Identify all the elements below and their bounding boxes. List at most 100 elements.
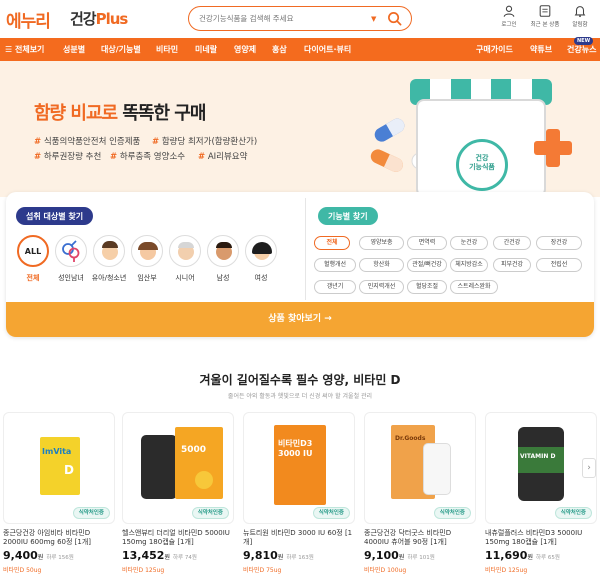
function-chip[interactable]: 전체 <box>314 236 350 250</box>
function-chip[interactable]: 갱년기 <box>314 280 356 294</box>
nutrient-tag: 비타민D 75ug <box>243 567 282 574</box>
product-image[interactable]: 5000 식약처인증 <box>122 412 234 524</box>
product-card[interactable]: VITAMIN D 식약처인증 내츄럴플러스 비타민D3 5000IU 150m… <box>485 412 597 574</box>
hash-icon: # <box>34 152 42 162</box>
function-chip[interactable]: 면역력 <box>407 236 447 250</box>
search-icon[interactable] <box>387 11 402 26</box>
nav-item-yaktube[interactable]: 약튜브 <box>530 44 552 55</box>
banner-tag-text: 하루권장량 추천 <box>43 152 102 162</box>
login-label: 로그인 <box>501 22 517 28</box>
notification-button[interactable]: 알림함 <box>565 4 595 28</box>
nav-item-buying-guide[interactable]: 구매가이드 <box>476 44 513 55</box>
section-subtitle: 줄어든 야외 활동과 햇빛으로 더 신경 써야 할 겨울철 관리 <box>227 393 373 400</box>
certified-badge: 식약처인증 <box>72 507 110 519</box>
product-image[interactable]: ImVita D 식약처인증 <box>3 412 115 524</box>
product-image[interactable]: VITAMIN D 식약처인증 <box>485 412 597 524</box>
price-value: 9,100 <box>364 549 399 562</box>
price-value: 9,810 <box>243 549 278 562</box>
banner-tag-text: AI리뷰요약 <box>207 152 248 162</box>
certified-badge: 식약처인증 <box>312 507 350 519</box>
product-name[interactable]: 내츄럴플러스 비타민D3 5000IU 150mg 180캡슐 [1개] <box>485 529 597 547</box>
banner-tag-text: 함량당 최저가(함량환산가) <box>161 137 258 147</box>
hero-banner[interactable]: 함량 비교로 똑똑한 구매 # 식품의약품안전처 인증제품 # 함량당 최저가(… <box>0 61 600 197</box>
carousel-next-button[interactable]: › <box>582 458 596 478</box>
function-chip[interactable]: 혈당조절 <box>407 280 447 294</box>
banner-tag-text: 하루충족 영양소수 <box>119 152 186 162</box>
banner-tag: # 함량당 최저가(함량환산가) <box>152 135 257 147</box>
function-chip[interactable]: 스트레스완화 <box>450 280 498 294</box>
function-chip[interactable]: 피부건강 <box>493 258 531 272</box>
product-name[interactable]: 뉴트리원 비타민D 3000 IU 60정 [1개] <box>243 529 355 547</box>
nav-item-vitamin[interactable]: 비타민 <box>156 44 178 55</box>
function-chip[interactable]: 관절/뼈건강 <box>407 258 447 272</box>
product-box-label: 5000 <box>181 445 207 455</box>
nav-item-health-news[interactable]: 건강뉴스 <box>567 44 596 55</box>
function-chip[interactable]: 눈건강 <box>450 236 488 250</box>
medical-cross-icon <box>534 129 572 167</box>
nutrient-tag: 비타민D 100ug <box>364 567 407 574</box>
health-plus-logo-plus: Plus <box>95 10 129 28</box>
unit-price: 하루 101원 <box>407 555 435 561</box>
bell-icon <box>574 6 586 18</box>
product-box-label: VITAMIN D <box>520 453 556 460</box>
search-bar: ▼ <box>188 6 412 31</box>
male-face-icon <box>207 235 239 267</box>
function-chip[interactable]: 장건강 <box>536 236 582 250</box>
product-card[interactable]: ImVita D 식약처인증 종근당건강 아임비타 비타민D 2000IU 60… <box>3 412 115 574</box>
main-nav: ☰ 전체보기 성분별 대상/기능별 비타민 미네랄 영양제 홍삼 다이어트·뷰티… <box>0 37 600 61</box>
login-button[interactable]: 로그인 <box>494 4 524 28</box>
function-chip[interactable]: 전립선 <box>536 258 582 272</box>
product-image[interactable]: Dr.Goods 식약처인증 <box>364 412 476 524</box>
product-name[interactable]: 종근당건강 아임비타 비타민D 2000IU 600mg 60정 [1개] <box>3 529 115 547</box>
search-input[interactable] <box>199 11 359 26</box>
banner-headline-rest: 똑똑한 구매 <box>117 103 206 124</box>
banner-tag: # 하루권장량 추천 <box>34 150 101 162</box>
nav-item-ingredient[interactable]: 성분별 <box>63 44 85 55</box>
product-price: 9,810원 하루 163원 <box>243 549 355 562</box>
section-title: 겨울이 길어질수록 필수 영양, 비타민 D <box>199 373 401 387</box>
all-text: ALL <box>24 247 42 256</box>
pregnant-face-icon <box>131 235 163 267</box>
nav-all-menu[interactable]: ☰ 전체보기 <box>5 44 44 55</box>
nav-item-supplement[interactable]: 영양제 <box>234 44 256 55</box>
nav-item-target-function[interactable]: 대상/기능별 <box>101 44 141 55</box>
banner-tag-text: 식품의약품안전처 인증제품 <box>43 137 141 147</box>
hash-icon: # <box>198 152 206 162</box>
female-face-icon <box>245 235 277 267</box>
target-all-circle: ALL <box>17 235 49 267</box>
product-box-label: Dr.Goods <box>395 435 426 442</box>
nav-item-red-ginseng[interactable]: 홍삼 <box>272 44 287 55</box>
product-card[interactable]: Dr.Goods 식약처인증 종근당건강 닥터굿스 비타민D 4000IU 츄어… <box>364 412 476 574</box>
function-chip[interactable]: 항산화 <box>359 258 404 272</box>
function-chip[interactable]: 간건강 <box>493 236 531 250</box>
nav-item-mineral[interactable]: 미네랄 <box>195 44 217 55</box>
function-chip[interactable]: 체지방감소 <box>450 258 488 272</box>
product-price: 13,452원 하루 74원 <box>122 549 234 562</box>
enuri-logo[interactable]: 에누리 <box>6 7 51 32</box>
certified-badge: 식약처인증 <box>554 507 592 519</box>
price-value: 9,400 <box>3 549 38 562</box>
nutrient-tag: 비타민D 125ug <box>122 567 165 574</box>
gender-symbol-icon <box>55 235 87 267</box>
health-plus-logo[interactable]: 건강Plus <box>70 8 129 29</box>
product-name[interactable]: 종근당건강 닥터굿스 비타민D 4000IU 츄어블 90정 [1개] <box>364 529 476 547</box>
product-price: 9,100원 하루 101원 <box>364 549 476 562</box>
product-image[interactable]: 비타민D3 3000 IU 식약처인증 <box>243 412 355 524</box>
health-functional-food-badge: 건강 기능식품 <box>456 139 508 191</box>
product-box-label: ImVita <box>42 447 72 456</box>
filter-card: 섭취 대상별 찾기 기능별 찾기 ALL 전체 성인남녀 유아/청소년 임산부 … <box>6 192 594 337</box>
function-chip[interactable]: 인지력개선 <box>359 280 404 294</box>
target-item-female[interactable]: 여성 <box>244 235 278 283</box>
nav-item-diet-beauty[interactable]: 다이어트·뷰티 <box>304 44 351 55</box>
find-products-button[interactable]: 상품 찾아보기 → <box>6 302 594 337</box>
recent-items-button[interactable]: 최근 본 상품 <box>530 4 560 28</box>
product-name[interactable]: 헬스앤뷰티 더리얼 비타민D 5000IU 150mg 180캡슐 [1개] <box>122 529 234 547</box>
function-chip[interactable]: 영양보충 <box>359 236 404 250</box>
banner-headline: 함량 비교로 똑똑한 구매 <box>34 99 206 125</box>
search-dropdown-icon[interactable]: ▼ <box>371 15 376 23</box>
price-currency: 원 <box>164 554 170 561</box>
hash-icon: # <box>34 137 42 147</box>
function-chip[interactable]: 혈행개선 <box>314 258 356 272</box>
product-card[interactable]: 5000 식약처인증 헬스앤뷰티 더리얼 비타민D 5000IU 150mg 1… <box>122 412 234 574</box>
product-card[interactable]: 비타민D3 3000 IU 식약처인증 뉴트리원 비타민D 3000 IU 60… <box>243 412 355 574</box>
